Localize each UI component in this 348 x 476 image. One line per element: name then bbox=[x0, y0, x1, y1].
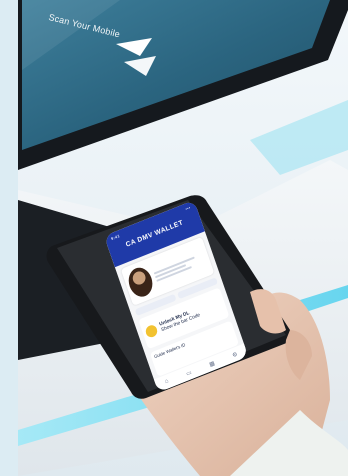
wallet-icon[interactable]: ▭ bbox=[185, 369, 192, 378]
id-details bbox=[153, 251, 207, 282]
qr-icon[interactable]: ▦ bbox=[208, 359, 216, 368]
home-icon[interactable]: ⌂ bbox=[164, 378, 169, 385]
status-icons: ••• bbox=[184, 204, 192, 212]
status-time: 9:41 bbox=[110, 233, 121, 242]
photo-scene: Scan Your Mobile 9:41 ••• CA DMV WALLET bbox=[0, 0, 348, 476]
avatar bbox=[124, 264, 157, 301]
badge-icon bbox=[144, 323, 159, 339]
settings-icon[interactable]: ⚙ bbox=[231, 350, 239, 358]
promo-text: Unlock My DL Show the bar Code bbox=[159, 307, 201, 333]
